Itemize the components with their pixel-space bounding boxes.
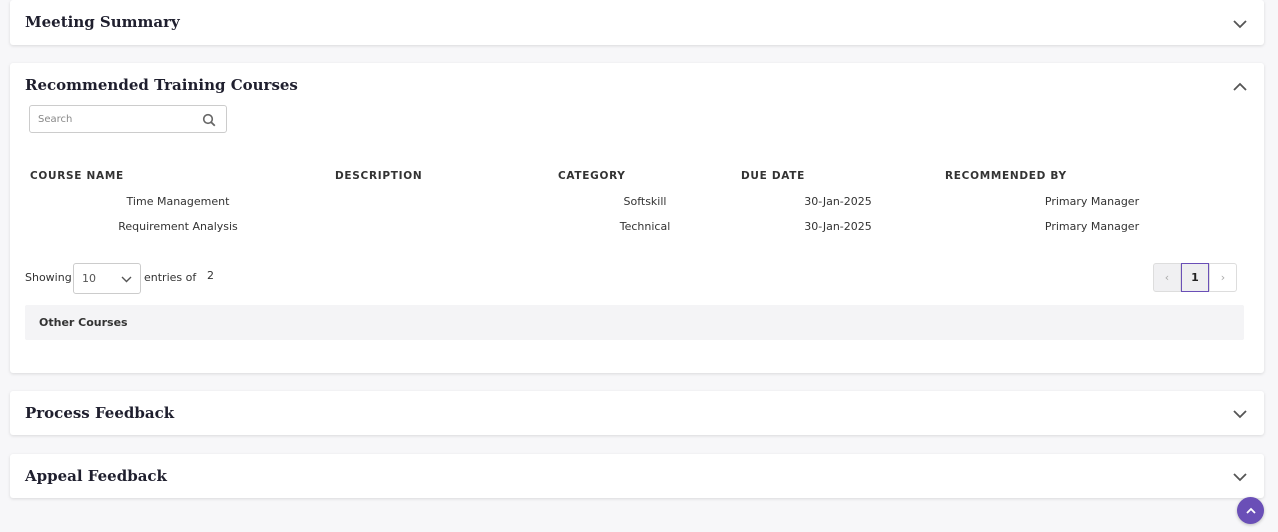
cell-course-name: Requirement Analysis [118,220,238,233]
page-size-select[interactable]: 10 [73,263,141,294]
search-icon[interactable] [202,113,216,127]
cell-category: Technical [619,220,671,233]
scroll-top-button[interactable] [1237,497,1264,524]
prev-page-button[interactable]: ‹ [1153,263,1181,292]
process-feedback-title[interactable]: Process Feedback [25,404,174,422]
page-size-value: 10 [82,272,96,285]
appeal-feedback-title[interactable]: Appeal Feedback [25,467,167,485]
col-header-course-name[interactable]: COURSE NAME [30,170,124,182]
cell-course-name: Time Management [126,195,230,208]
chevron-down-icon [121,276,132,283]
pagination: ‹ 1 › [1153,263,1237,292]
chevron-up-icon [1245,507,1256,514]
recommended-training-panel: Recommended Training Courses COURSE NAME… [10,63,1264,373]
recommended-training-title[interactable]: Recommended Training Courses [25,76,298,94]
search-input[interactable] [30,106,195,132]
search-box [29,105,227,133]
col-header-recommended-by[interactable]: RECOMMENDED BY [945,170,1067,182]
total-entries: 2 [207,269,214,282]
appeal-feedback-panel: Appeal Feedback [10,454,1264,498]
chevron-down-icon[interactable] [1232,19,1248,29]
cell-recommended-by: Primary Manager [1044,195,1140,208]
chevron-down-icon[interactable] [1232,472,1248,482]
meeting-summary-title[interactable]: Meeting Summary [25,13,180,31]
other-courses-label: Other Courses [39,316,128,329]
other-courses-header[interactable]: Other Courses [25,305,1244,340]
col-header-category[interactable]: CATEGORY [558,170,626,182]
cell-due-date: 30-Jan-2025 [804,195,872,208]
cell-recommended-by: Primary Manager [1044,220,1140,233]
entries-of-label: entries of [144,271,197,284]
showing-label: Showing [25,271,72,284]
col-header-due-date[interactable]: DUE DATE [741,170,805,182]
page-button-1[interactable]: 1 [1181,263,1209,292]
process-feedback-panel: Process Feedback [10,391,1264,435]
meeting-summary-panel: Meeting Summary [10,0,1264,45]
cell-due-date: 30-Jan-2025 [804,220,872,233]
col-header-description[interactable]: DESCRIPTION [335,170,422,182]
chevron-up-icon[interactable] [1232,82,1248,92]
cell-category: Softskill [623,195,667,208]
chevron-down-icon[interactable] [1232,409,1248,419]
next-page-button[interactable]: › [1209,263,1237,292]
